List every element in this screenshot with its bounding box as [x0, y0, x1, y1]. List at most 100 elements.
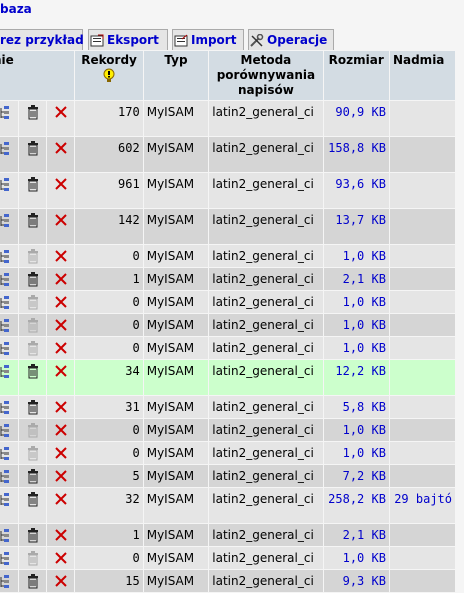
- empty-table-icon[interactable]: [19, 209, 47, 244]
- size-cell[interactable]: 258,2 KB: [323, 488, 389, 523]
- empty-table-icon[interactable]: [19, 137, 47, 172]
- drop-table-icon[interactable]: [47, 137, 75, 172]
- tab-export[interactable]: Eksport: [88, 29, 168, 50]
- table-row[interactable]: 0 MyISAM latin2_general_ci 1,0 KB: [0, 419, 455, 441]
- tab-import[interactable]: Import: [172, 29, 244, 50]
- empty-table-icon[interactable]: [19, 524, 47, 546]
- drop-table-icon[interactable]: [47, 173, 75, 208]
- structure-icon[interactable]: [0, 570, 19, 592]
- structure-icon[interactable]: [0, 524, 19, 546]
- drop-table-icon[interactable]: [47, 291, 75, 313]
- size-cell[interactable]: 2,1 KB: [323, 268, 389, 290]
- drop-table-icon[interactable]: [47, 488, 75, 523]
- empty-table-icon[interactable]: [19, 570, 47, 592]
- size-cell[interactable]: 158,8 KB: [323, 137, 389, 172]
- size-cell[interactable]: 9,3 KB: [323, 570, 389, 592]
- structure-icon[interactable]: [0, 314, 19, 336]
- table-row[interactable]: 0 MyISAM latin2_general_ci 1,0 KB: [0, 442, 455, 464]
- structure-icon[interactable]: [0, 360, 19, 395]
- drop-table-icon[interactable]: [47, 268, 75, 290]
- records-cell: 0: [75, 442, 143, 464]
- drop-table-icon[interactable]: [47, 547, 75, 569]
- size-cell[interactable]: 1,0 KB: [323, 291, 389, 313]
- drop-table-icon[interactable]: [47, 465, 75, 487]
- tab-query-by-example[interactable]: rez przykład: [0, 29, 84, 50]
- drop-table-icon[interactable]: [47, 245, 75, 267]
- table-row[interactable]: 1 MyISAM latin2_general_ci 2,1 KB: [0, 268, 455, 290]
- table-row[interactable]: 31 MyISAM latin2_general_ci 5,8 KB: [0, 396, 455, 418]
- structure-icon[interactable]: [0, 268, 19, 290]
- size-cell[interactable]: 2,1 KB: [323, 524, 389, 546]
- table-row[interactable]: 170 MyISAM latin2_general_ci 90,9 KB: [0, 101, 455, 136]
- structure-icon[interactable]: [0, 488, 19, 523]
- records-cell: 32: [75, 488, 143, 523]
- table-row[interactable]: 602 MyISAM latin2_general_ci 158,8 KB: [0, 137, 455, 172]
- database-link[interactable]: baza: [0, 2, 32, 16]
- size-cell[interactable]: 1,0 KB: [323, 547, 389, 569]
- drop-table-icon[interactable]: [47, 360, 75, 395]
- empty-table-icon[interactable]: [19, 465, 47, 487]
- empty-table-icon[interactable]: [19, 488, 47, 523]
- structure-icon[interactable]: [0, 101, 19, 136]
- empty-table-icon[interactable]: [19, 396, 47, 418]
- size-cell[interactable]: 1,0 KB: [323, 337, 389, 359]
- structure-icon[interactable]: [0, 547, 19, 569]
- table-row[interactable]: 34 MyISAM latin2_general_ci 12,2 KB: [0, 360, 455, 395]
- table-row[interactable]: 0 MyISAM latin2_general_ci 1,0 KB: [0, 337, 455, 359]
- table-row[interactable]: 5 MyISAM latin2_general_ci 7,2 KB: [0, 465, 455, 487]
- tab-operations[interactable]: Operacje: [248, 29, 334, 50]
- structure-icon[interactable]: [0, 419, 19, 441]
- structure-icon[interactable]: [0, 245, 19, 267]
- column-header-records[interactable]: Rekordy: [75, 51, 143, 100]
- table-row[interactable]: 961 MyISAM latin2_general_ci 93,6 KB: [0, 173, 455, 208]
- structure-icon[interactable]: [0, 173, 19, 208]
- structure-icon[interactable]: [0, 209, 19, 244]
- drop-table-icon[interactable]: [47, 209, 75, 244]
- drop-table-icon[interactable]: [47, 442, 75, 464]
- drop-table-icon[interactable]: [47, 396, 75, 418]
- size-cell[interactable]: 1,0 KB: [323, 314, 389, 336]
- drop-table-icon[interactable]: [47, 314, 75, 336]
- empty-table-icon[interactable]: [19, 360, 47, 395]
- collation-cell: latin2_general_ci: [209, 245, 323, 267]
- table-row[interactable]: 1 MyISAM latin2_general_ci 2,1 KB: [0, 524, 455, 546]
- size-cell[interactable]: 1,0 KB: [323, 245, 389, 267]
- size-cell[interactable]: 12,2 KB: [323, 360, 389, 395]
- type-cell: MyISAM: [143, 268, 209, 290]
- structure-icon[interactable]: [0, 137, 19, 172]
- type-cell: MyISAM: [143, 524, 209, 546]
- structure-icon[interactable]: [0, 291, 19, 313]
- empty-table-icon[interactable]: [19, 268, 47, 290]
- column-header-collation[interactable]: Metoda porównywania napisów: [209, 51, 323, 100]
- drop-table-icon[interactable]: [47, 419, 75, 441]
- size-cell[interactable]: 1,0 KB: [323, 419, 389, 441]
- table-row[interactable]: 32 MyISAM latin2_general_ci 258,2 KB 29 bajt…: [0, 488, 455, 523]
- table-row[interactable]: 0 MyISAM latin2_general_ci 1,0 KB: [0, 291, 455, 313]
- structure-icon[interactable]: [0, 465, 19, 487]
- drop-table-icon[interactable]: [47, 337, 75, 359]
- collation-cell: latin2_general_ci: [209, 101, 323, 136]
- collation-cell: latin2_general_ci: [209, 268, 323, 290]
- table-row[interactable]: 15 MyISAM latin2_general_ci 9,3 KB: [0, 570, 455, 592]
- structure-icon[interactable]: [0, 442, 19, 464]
- structure-icon[interactable]: [0, 337, 19, 359]
- table-row[interactable]: 0 MyISAM latin2_general_ci 1,0 KB: [0, 314, 455, 336]
- empty-table-icon[interactable]: [19, 101, 47, 136]
- size-cell[interactable]: 90,9 KB: [323, 101, 389, 136]
- size-cell[interactable]: 13,7 KB: [323, 209, 389, 244]
- column-header-overhead[interactable]: Nadmia: [389, 51, 455, 100]
- column-header-size[interactable]: Rozmiar: [323, 51, 389, 100]
- size-cell[interactable]: 5,8 KB: [323, 396, 389, 418]
- structure-icon[interactable]: [0, 396, 19, 418]
- drop-table-icon[interactable]: [47, 570, 75, 592]
- drop-table-icon[interactable]: [47, 101, 75, 136]
- empty-table-icon[interactable]: [19, 173, 47, 208]
- drop-table-icon[interactable]: [47, 524, 75, 546]
- table-row[interactable]: 142 MyISAM latin2_general_ci 13,7 KB: [0, 209, 455, 244]
- size-cell[interactable]: 7,2 KB: [323, 465, 389, 487]
- size-cell[interactable]: 1,0 KB: [323, 442, 389, 464]
- size-cell[interactable]: 93,6 KB: [323, 173, 389, 208]
- table-row[interactable]: 0 MyISAM latin2_general_ci 1,0 KB: [0, 547, 455, 569]
- column-header-type[interactable]: Typ: [143, 51, 209, 100]
- table-row[interactable]: 0 MyISAM latin2_general_ci 1,0 KB: [0, 245, 455, 267]
